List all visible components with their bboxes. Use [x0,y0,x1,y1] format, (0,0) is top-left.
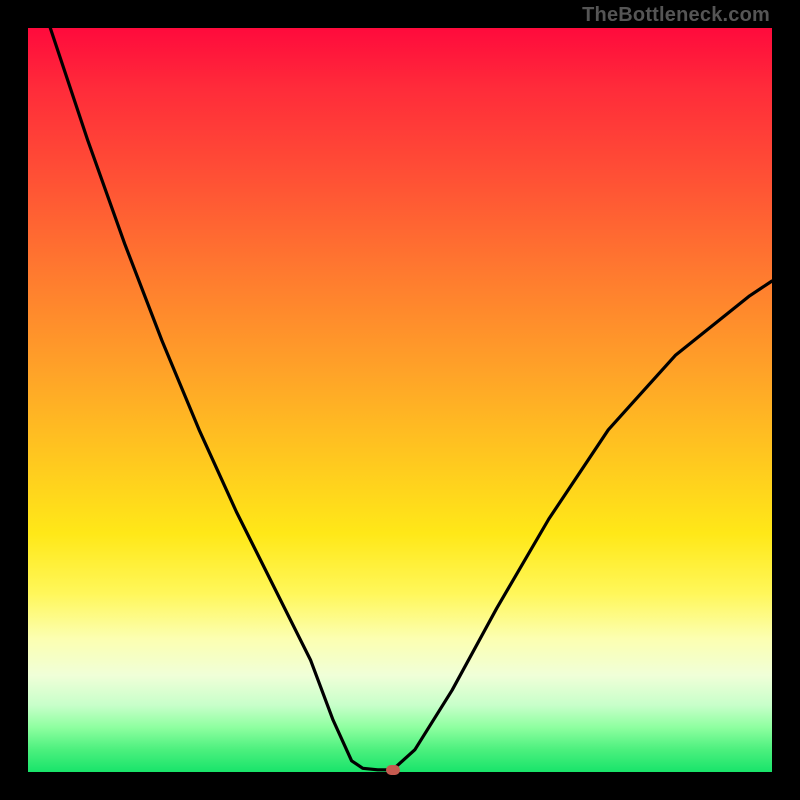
chart-frame: TheBottleneck.com [0,0,800,800]
curve-path [50,28,772,770]
minimum-marker [386,765,400,775]
bottleneck-curve [28,28,772,772]
plot-area [28,28,772,772]
watermark-text: TheBottleneck.com [582,4,770,27]
